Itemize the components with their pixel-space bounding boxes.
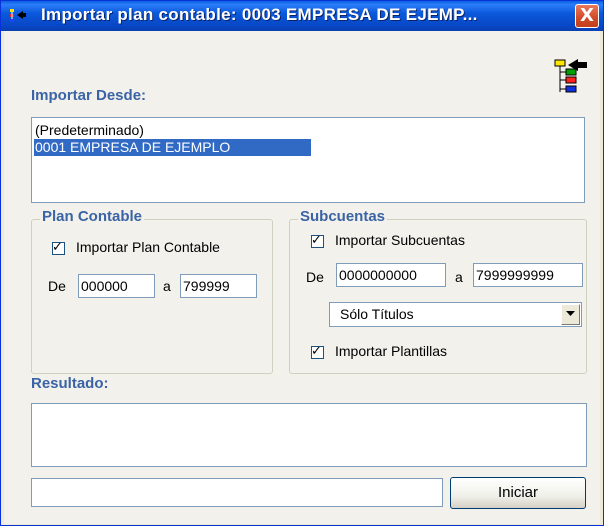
- chevron-down-icon: [566, 311, 575, 316]
- plan-contable-title: Plan Contable: [40, 208, 145, 225]
- dropdown-button[interactable]: [561, 304, 580, 325]
- plan-to-input[interactable]: 799999: [180, 274, 257, 298]
- subcuentas-from-input[interactable]: 0000000000: [336, 263, 446, 287]
- import-plan-checkbox[interactable]: ✓: [52, 240, 65, 255]
- import-subcuentas-checkbox[interactable]: ✓: [311, 233, 324, 248]
- import-plantillas-label: Importar Plantillas: [335, 343, 448, 359]
- subcuentas-to-label: a: [455, 269, 463, 285]
- title-bar[interactable]: Importar plan contable: 0003 EMPRESA DE …: [1, 1, 603, 31]
- select-value: Sólo Títulos: [340, 306, 414, 322]
- import-plantillas-checkbox[interactable]: ✓: [311, 344, 324, 359]
- checkmark-icon: ✓: [311, 344, 322, 359]
- plan-from-input[interactable]: 000000: [78, 274, 155, 298]
- plan-from-label: De: [48, 278, 66, 294]
- progress-status-field: [31, 478, 443, 507]
- list-item-selected[interactable]: 0001 EMPRESA DE EJEMPLO: [34, 139, 311, 156]
- subcuentas-title: Subcuentas: [298, 208, 388, 225]
- import-plan-label: Importar Plan Contable: [76, 239, 220, 255]
- import-dialog-window: Importar plan contable: 0003 EMPRESA DE …: [0, 0, 604, 526]
- result-output[interactable]: [31, 403, 587, 467]
- import-source-list[interactable]: (Predeterminado) 0001 EMPRESA DE EJEMPLO: [31, 117, 585, 203]
- import-tree-icon: [10, 9, 26, 22]
- checkmark-icon: ✓: [311, 233, 322, 248]
- close-button[interactable]: X: [575, 4, 599, 28]
- subcuentas-filter-select[interactable]: Sólo Títulos: [329, 302, 582, 327]
- window-title: Importar plan contable: 0003 EMPRESA DE …: [41, 5, 478, 24]
- import-subcuentas-label: Importar Subcuentas: [335, 232, 465, 248]
- start-button[interactable]: Iniciar: [450, 477, 586, 509]
- checkmark-icon: ✓: [52, 240, 63, 255]
- import-hierarchy-icon: [554, 59, 587, 93]
- close-icon: X: [580, 5, 594, 26]
- subcuentas-to-input[interactable]: 7999999999: [473, 263, 583, 287]
- import-from-heading: Importar Desde:: [31, 87, 147, 104]
- subcuentas-from-label: De: [306, 269, 324, 285]
- result-heading: Resultado:: [31, 375, 109, 392]
- list-item[interactable]: (Predeterminado): [34, 122, 145, 139]
- plan-to-label: a: [163, 278, 171, 294]
